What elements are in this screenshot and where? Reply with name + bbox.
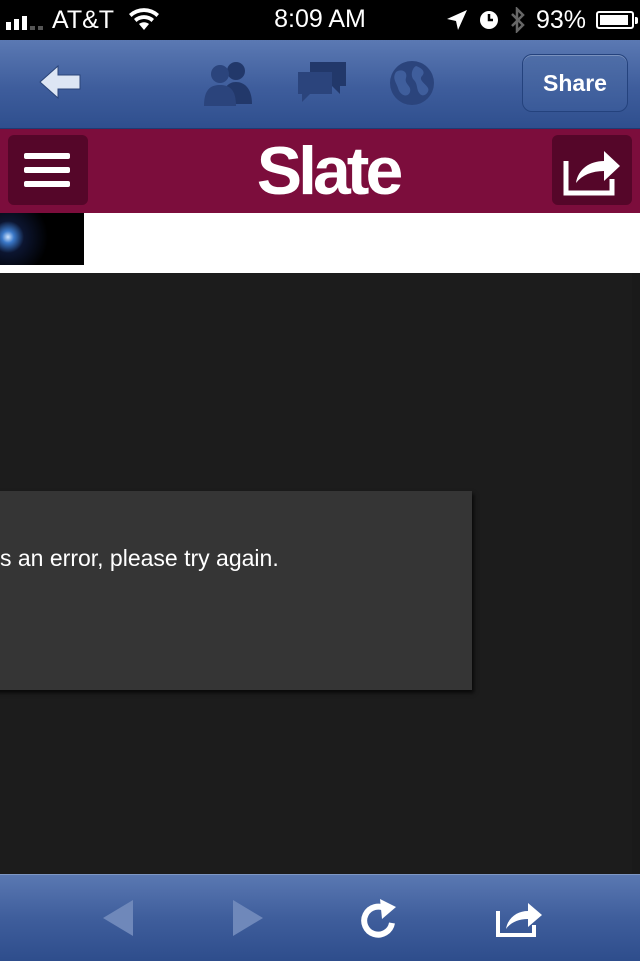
friend-requests-button[interactable] bbox=[200, 58, 256, 108]
status-right: 93% bbox=[446, 5, 638, 34]
browser-toolbar bbox=[0, 874, 640, 961]
slate-header: Slate bbox=[0, 129, 640, 213]
bluetooth-icon bbox=[511, 7, 525, 33]
divider bbox=[0, 265, 640, 273]
notifications-button[interactable] bbox=[386, 58, 442, 108]
browser-forward-button[interactable] bbox=[208, 875, 288, 961]
share-icon bbox=[563, 151, 620, 196]
back-button[interactable] bbox=[36, 62, 88, 102]
share-icon bbox=[496, 903, 542, 937]
share-button[interactable]: Share bbox=[522, 54, 628, 112]
error-message: s an error, please try again. bbox=[0, 545, 279, 571]
browser-forward-icon bbox=[233, 900, 263, 936]
app-nav-bar: Share bbox=[0, 40, 640, 129]
thumbnail-image bbox=[0, 213, 84, 265]
browser-back-icon bbox=[103, 900, 133, 936]
friends-icon bbox=[204, 62, 252, 106]
reload-button[interactable] bbox=[340, 875, 420, 961]
battery-percent: 93% bbox=[535, 5, 586, 34]
battery-icon bbox=[596, 11, 638, 29]
reload-icon bbox=[361, 899, 396, 938]
slate-logo: Slate bbox=[256, 133, 404, 209]
globe-icon bbox=[390, 61, 434, 105]
messages-button[interactable] bbox=[294, 58, 350, 108]
alarm-clock-icon bbox=[479, 11, 498, 29]
status-bar: AT&T 8:09 AM 93% bbox=[0, 0, 640, 40]
browser-share-button[interactable] bbox=[480, 875, 560, 961]
messages-icon bbox=[298, 62, 346, 102]
browser-back-button[interactable] bbox=[78, 875, 158, 961]
location-icon bbox=[446, 10, 467, 30]
ad-banner-strip bbox=[0, 213, 640, 265]
content-edge bbox=[632, 273, 640, 873]
slate-share-button[interactable] bbox=[552, 135, 632, 205]
back-arrow-icon bbox=[39, 64, 81, 100]
error-dialog: s an error, please try again. bbox=[0, 491, 472, 690]
